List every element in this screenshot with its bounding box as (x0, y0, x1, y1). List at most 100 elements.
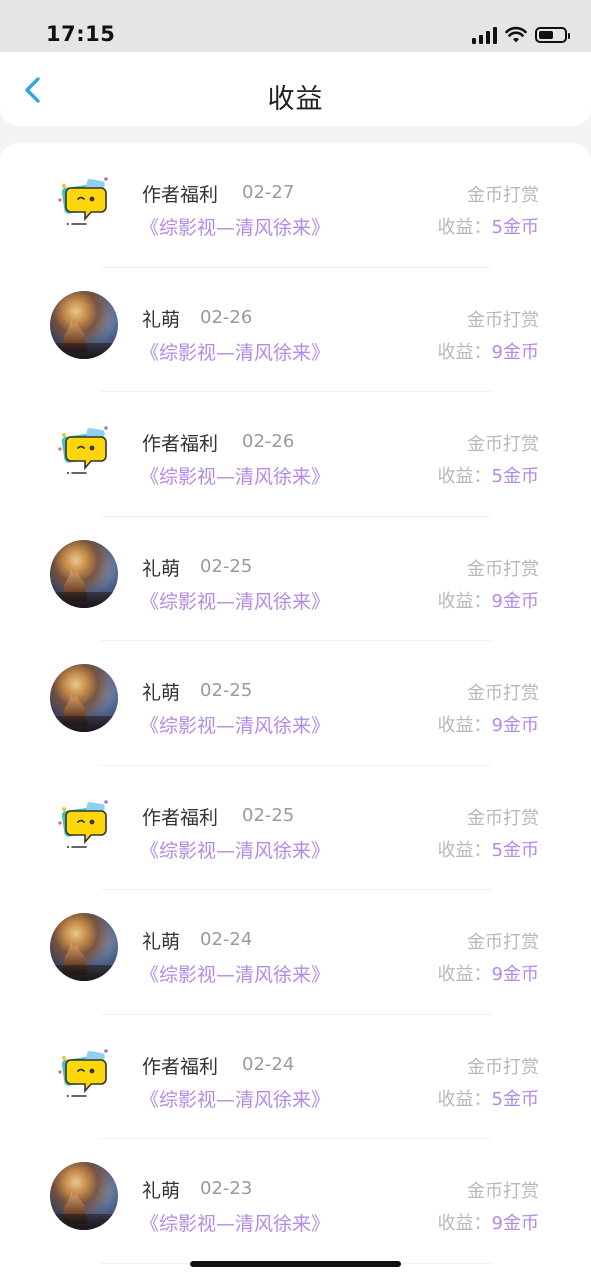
income-label: 收益： (437, 590, 492, 612)
home-indicator[interactable] (190, 1261, 401, 1267)
income-amount: 9金币 (491, 590, 539, 612)
income-amount: 9金币 (491, 341, 539, 363)
item-date: 02-25 (200, 555, 253, 577)
sender-name: 礼萌 (142, 1180, 181, 1202)
book-title-link[interactable]: 《综影视—清风徐来》 (140, 587, 330, 614)
author-welfare-avatar[interactable] (50, 789, 118, 857)
income-line: 收益：9金币 (438, 338, 539, 364)
author-welfare-avatar[interactable] (50, 166, 118, 234)
sender-name: 作者福利 (142, 433, 219, 455)
income-amount: 9金币 (491, 964, 539, 985)
income-list-item[interactable]: 礼萌 02-24 《综影视—清风徐来》 金币打赏收益：9金币 (0, 890, 591, 1015)
sender-name: 礼萌 (142, 682, 181, 704)
book-title-link[interactable]: 《综影视—清风徐来》 (140, 338, 330, 365)
author-welfare-logo-icon (58, 1048, 108, 1097)
income-line: 收益：5金币 (438, 462, 539, 488)
income-amount: 5金币 (491, 1088, 539, 1110)
item-date: 02-26 (242, 431, 295, 452)
wifi-icon (505, 26, 527, 43)
book-title-link[interactable]: 《综影视—清风徐来》 (140, 960, 330, 987)
sender-name: 作者福利 (142, 1055, 219, 1078)
income-type: 金币打赏 (467, 434, 539, 455)
item-date: 02-24 (242, 1053, 295, 1075)
sender-name: 作者福利 (142, 184, 219, 206)
income-amount: 5金币 (491, 839, 539, 861)
book-title-link[interactable]: 《综影视—清风徐来》 (140, 836, 330, 863)
battery-level (539, 31, 553, 39)
income-label: 收益： (437, 466, 492, 487)
author-welfare-logo-icon (58, 177, 108, 225)
status-time: 17:15 (46, 22, 116, 46)
user-avatar[interactable] (50, 913, 118, 981)
income-line: 收益：5金币 (438, 1085, 539, 1111)
income-amount: 9金币 (491, 715, 539, 736)
income-amount: 5金币 (491, 217, 539, 238)
income-list: 作者福利 02-27 《综影视—清风徐来》 金币打赏 收益：5金币 礼萌 02-26 《综影视… (0, 143, 591, 1280)
battery-icon (535, 27, 570, 43)
income-type: 金币打赏 (467, 932, 539, 953)
income-line: 收益：5金币 (438, 213, 539, 239)
income-list-item[interactable]: 礼萌 02-25 《综影视—清风徐来》 金币打赏 收益：9金币 (0, 517, 591, 641)
income-label: 收益： (437, 964, 492, 985)
ground-art (50, 965, 118, 981)
ground-art (50, 342, 118, 359)
income-type: 金币打赏 (467, 683, 539, 704)
income-list-item[interactable]: 作者福利 02-25 《综影视—清风徐来》 金币打赏收益：5金币 (0, 766, 591, 890)
author-welfare-avatar[interactable] (50, 415, 118, 483)
book-title-link[interactable]: 《综影视—清风徐来》 (140, 1085, 330, 1112)
income-label: 收益： (437, 341, 492, 363)
income-type: 金币打赏 (467, 1056, 539, 1078)
income-line: 收益：9金币 (438, 587, 539, 613)
ground-art (50, 1214, 118, 1230)
book-title-link[interactable]: 《综影视—清风徐来》 (140, 1209, 330, 1236)
income-list-item[interactable]: 作者福利 02-24 《综影视—清风徐来》 金币打赏收益：5金币 (0, 1015, 591, 1139)
income-list-item[interactable]: 作者福利 02-26 《综影视—清风徐来》 金币打赏收益：5金币 (0, 392, 591, 517)
book-title-link[interactable]: 《综影视—清风徐来》 (140, 711, 330, 738)
income-type: 金币打赏 (467, 1181, 539, 1202)
income-line: 收益：9金币 (438, 960, 539, 986)
income-label: 收益： (437, 1088, 492, 1110)
ground-art (50, 716, 118, 732)
income-label: 收益： (437, 715, 492, 736)
user-avatar[interactable] (50, 290, 118, 359)
status-icons (472, 24, 570, 46)
user-avatar[interactable] (50, 664, 118, 732)
book-title-link[interactable]: 《综影视—清风徐来》 (140, 213, 330, 240)
income-label: 收益： (437, 217, 492, 238)
income-line: 收益：9金币 (438, 711, 539, 737)
user-avatar[interactable] (50, 1162, 118, 1230)
income-type: 金币打赏 (467, 185, 539, 206)
income-type: 金币打赏 (467, 309, 539, 331)
income-list-item[interactable]: 作者福利 02-27 《综影视—清风徐来》 金币打赏收益：5金币 (0, 143, 591, 268)
author-welfare-logo-icon (58, 426, 108, 474)
income-list-item[interactable]: 礼萌 02-23 《综影视—清风徐来》 金币打赏收益：9金币 (0, 1139, 591, 1264)
ground-art (50, 591, 118, 608)
income-list-item[interactable]: 礼萌 02-26 《综影视—清风徐来》 金币打赏收益：9金币 (0, 268, 591, 392)
income-line: 收益：9金币 (438, 1209, 539, 1235)
income-type: 金币打赏 (467, 807, 539, 829)
item-date: 02-26 (200, 306, 253, 328)
item-date: 02-27 (242, 182, 295, 203)
income-line: 收益：5金币 (438, 836, 539, 862)
status-bar: 17:15 (0, 0, 591, 52)
sender-name: 礼萌 (142, 557, 181, 580)
sender-name: 礼萌 (142, 931, 181, 953)
item-date: 02-25 (242, 804, 295, 826)
item-date: 02-24 (200, 929, 253, 950)
income-amount: 9金币 (491, 1213, 539, 1234)
income-amount: 5金币 (491, 466, 539, 487)
income-label: 收益： (437, 1213, 492, 1234)
income-label: 收益： (437, 839, 492, 861)
nav-bar: 收益 (0, 52, 591, 126)
author-welfare-avatar[interactable] (50, 1038, 118, 1106)
sender-name: 礼萌 (142, 308, 181, 331)
user-avatar[interactable] (50, 539, 118, 608)
item-date: 02-23 (200, 1178, 253, 1199)
cellular-signal-icon (472, 26, 497, 44)
book-title-link[interactable]: 《综影视—清风徐来》 (140, 462, 330, 489)
item-date: 02-25 (200, 680, 253, 701)
sender-name: 作者福利 (142, 806, 219, 829)
author-welfare-logo-icon (58, 799, 108, 848)
income-list-item[interactable]: 礼萌 02-25 《综影视—清风徐来》 金币打赏收益：9金币 (0, 641, 591, 766)
page-title: 收益 (267, 84, 324, 115)
